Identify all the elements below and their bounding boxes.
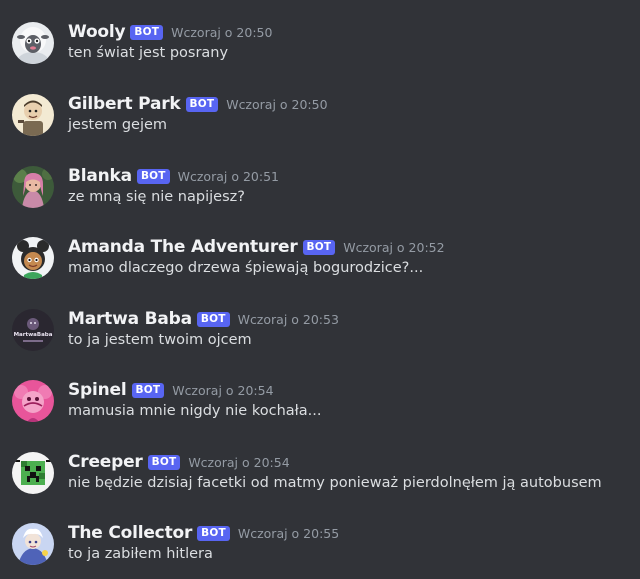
pink-character-avatar[interactable] <box>12 380 54 422</box>
message-content: ten świat jest posrany <box>68 45 229 61</box>
timestamp: Wczoraj o 20:53 <box>237 311 339 327</box>
bot-badge: BOT <box>302 239 336 255</box>
message-content: to ja jestem twoim ojcem <box>68 332 252 348</box>
message-header: Gilbert Park BOT Wczoraj o 20:50 <box>68 92 328 116</box>
timestamp: Wczoraj o 20:50 <box>171 24 273 40</box>
message: Blanka BOT Wczoraj o 20:51 ze mną się ni… <box>0 164 640 220</box>
message: Spinel BOT Wczoraj o 20:54 mamusia mnie … <box>0 378 640 434</box>
message-content: mamo dlaczego drzewa śpiewają bogurodzic… <box>68 260 424 276</box>
message-content: ze mną się nie napijesz? <box>68 189 245 205</box>
bot-badge: BOT <box>147 454 181 470</box>
author-name[interactable]: Spinel <box>68 380 127 400</box>
author-name[interactable]: Creeper <box>68 452 143 472</box>
bot-badge: BOT <box>185 96 219 112</box>
bot-badge: BOT <box>131 382 165 398</box>
collector-avatar[interactable] <box>12 523 54 565</box>
author-name[interactable]: Gilbert Park <box>68 94 181 114</box>
message-header: Blanka BOT Wczoraj o 20:51 <box>68 164 279 188</box>
avatar-text: MartwaBaba <box>14 332 53 338</box>
bot-badge: BOT <box>130 24 164 40</box>
sheep-avatar[interactable] <box>12 22 54 64</box>
message-content: jestem gejem <box>68 117 168 133</box>
timestamp: Wczoraj o 20:54 <box>172 382 274 398</box>
message-header: Creeper BOT Wczoraj o 20:54 <box>68 450 290 474</box>
timestamp: Wczoraj o 20:52 <box>343 239 445 255</box>
dark-text-avatar[interactable]: MartwaBaba <box>12 309 54 351</box>
message-content: to ja zabiłem hitlera <box>68 546 213 562</box>
bot-badge: BOT <box>196 311 230 327</box>
author-name[interactable]: Amanda The Adventurer <box>68 237 298 257</box>
author-name[interactable]: The Collector <box>68 523 192 543</box>
message-header: Wooly BOT Wczoraj o 20:50 <box>68 20 272 44</box>
timestamp: Wczoraj o 20:51 <box>177 168 279 184</box>
message-header: The Collector BOT Wczoraj o 20:55 <box>68 521 339 545</box>
chat-messages: Wooly BOT Wczoraj o 20:50 ten świat jest… <box>0 0 640 579</box>
bot-badge: BOT <box>136 168 170 184</box>
message: MartwaBaba Martwa Baba BOT Wczoraj o 20:… <box>0 307 640 363</box>
author-name[interactable]: Wooly <box>68 22 126 42</box>
timestamp: Wczoraj o 20:55 <box>237 525 340 541</box>
message: Amanda The Adventurer BOT Wczoraj o 20:5… <box>0 235 640 291</box>
timestamp: Wczoraj o 20:54 <box>188 454 290 470</box>
author-name[interactable]: Martwa Baba <box>68 309 192 329</box>
message: Wooly BOT Wczoraj o 20:50 ten świat jest… <box>0 20 640 76</box>
message-header: Martwa Baba BOT Wczoraj o 20:53 <box>68 307 339 331</box>
message-header: Amanda The Adventurer BOT Wczoraj o 20:5… <box>68 235 445 259</box>
cartoon-man-avatar[interactable] <box>12 94 54 136</box>
pink-girl-avatar[interactable] <box>12 166 54 208</box>
message: Gilbert Park BOT Wczoraj o 20:50 jestem … <box>0 92 640 148</box>
message-header: Spinel BOT Wczoraj o 20:54 <box>68 378 274 402</box>
message: The Collector BOT Wczoraj o 20:55 to ja … <box>0 521 640 577</box>
doll-girl-avatar[interactable] <box>12 237 54 279</box>
timestamp: Wczoraj o 20:50 <box>226 96 328 112</box>
author-name[interactable]: Blanka <box>68 166 132 186</box>
message: Creeper BOT Wczoraj o 20:54 nie będzie d… <box>0 450 640 506</box>
bot-badge: BOT <box>197 525 230 541</box>
message-content: mamusia mnie nigdy nie kochała... <box>68 403 322 419</box>
creeper-avatar[interactable] <box>12 452 54 494</box>
message-content: nie będzie dzisiaj facetki od matmy poni… <box>68 475 602 491</box>
